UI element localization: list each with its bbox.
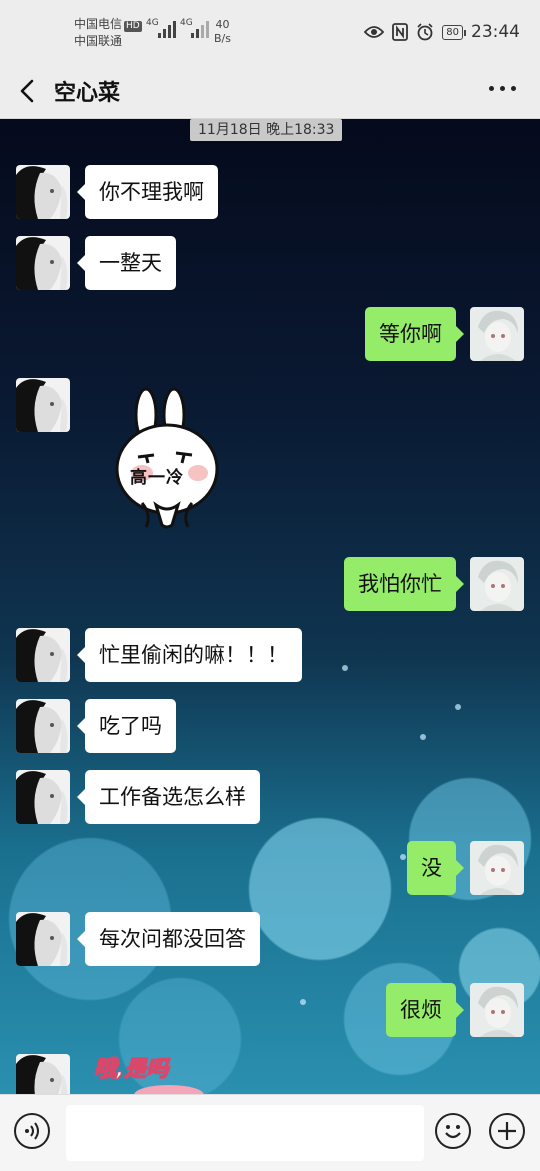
- contact-avatar[interactable]: [16, 236, 70, 290]
- pink-text-sticker[interactable]: 哦,是吗: [93, 1049, 214, 1094]
- contact-avatar[interactable]: [16, 699, 70, 753]
- message-input[interactable]: [66, 1105, 424, 1161]
- self-avatar[interactable]: [470, 841, 524, 895]
- contact-avatar[interactable]: [16, 378, 70, 432]
- rabbit-sticker[interactable]: 高一冷: [112, 387, 222, 537]
- message-bubble-self[interactable]: 等你啊: [365, 307, 464, 361]
- message-bubble[interactable]: 吃了吗: [77, 699, 176, 753]
- carrier-info: 中国电信 HD 中国联通: [74, 16, 142, 50]
- message-timestamp: 11月18日 晚上18:33: [190, 119, 343, 141]
- plus-icon: [498, 1122, 516, 1140]
- contact-avatar[interactable]: [16, 628, 70, 682]
- chat-header: 空心菜: [0, 64, 540, 119]
- eye-icon: [364, 26, 385, 38]
- emoji-icon: [445, 1125, 461, 1139]
- sticker-caption: 哦,是吗: [93, 1056, 169, 1083]
- message-bubble[interactable]: 你不理我啊: [77, 165, 218, 219]
- network-type-1: 4G: [146, 18, 159, 28]
- chat-title: 空心菜: [54, 81, 121, 106]
- message-bubble[interactable]: 忙里偷闲的嘛！！！: [77, 628, 302, 682]
- emoji-button[interactable]: [435, 1113, 471, 1149]
- network-speed-unit: B/s: [214, 32, 231, 45]
- signal-icon: [158, 20, 176, 38]
- voice-icon: [25, 1122, 39, 1140]
- battery-icon: 80: [442, 24, 466, 40]
- message-list[interactable]: 11月18日 晚上18:33 你不理我啊 一整天 等你啊 高一冷 我怕你忙 忙里…: [0, 119, 540, 1094]
- message-bubble[interactable]: 每次问都没回答: [77, 912, 260, 966]
- voice-input-button[interactable]: [14, 1113, 50, 1149]
- message-bubble[interactable]: 工作备选怎么样: [77, 770, 260, 824]
- message-bubble[interactable]: 一整天: [77, 236, 176, 290]
- sticker-caption: 高一冷: [130, 468, 184, 488]
- input-bar: [0, 1094, 540, 1171]
- contact-avatar[interactable]: [16, 770, 70, 824]
- network-speed-value: 40: [215, 18, 230, 31]
- clock-time: 23:44: [471, 22, 520, 42]
- status-bar: 中国电信 HD 中国联通 4G 4G 40 B/s 80 23:44: [0, 0, 540, 64]
- back-arrow-icon[interactable]: [14, 76, 42, 106]
- message-bubble-self[interactable]: 没: [407, 841, 464, 895]
- contact-avatar[interactable]: [16, 912, 70, 966]
- self-avatar[interactable]: [470, 307, 524, 361]
- network-speed: 40 B/s: [214, 18, 231, 46]
- contact-avatar[interactable]: [16, 1054, 70, 1094]
- carrier-1: 中国电信: [74, 17, 123, 31]
- self-avatar[interactable]: [470, 557, 524, 611]
- carrier-2: 中国联通: [74, 34, 123, 48]
- hd-badge: HD: [124, 21, 142, 32]
- self-avatar[interactable]: [470, 983, 524, 1037]
- message-bubble-self[interactable]: 我怕你忙: [344, 557, 464, 611]
- alarm-icon: [417, 23, 433, 41]
- signal-icon-2: [191, 20, 209, 38]
- message-bubble-self[interactable]: 很烦: [386, 983, 464, 1037]
- more-functions-button[interactable]: [489, 1113, 525, 1149]
- nfc-icon: [392, 23, 409, 41]
- more-options-icon[interactable]: [489, 86, 516, 91]
- contact-avatar[interactable]: [16, 165, 70, 219]
